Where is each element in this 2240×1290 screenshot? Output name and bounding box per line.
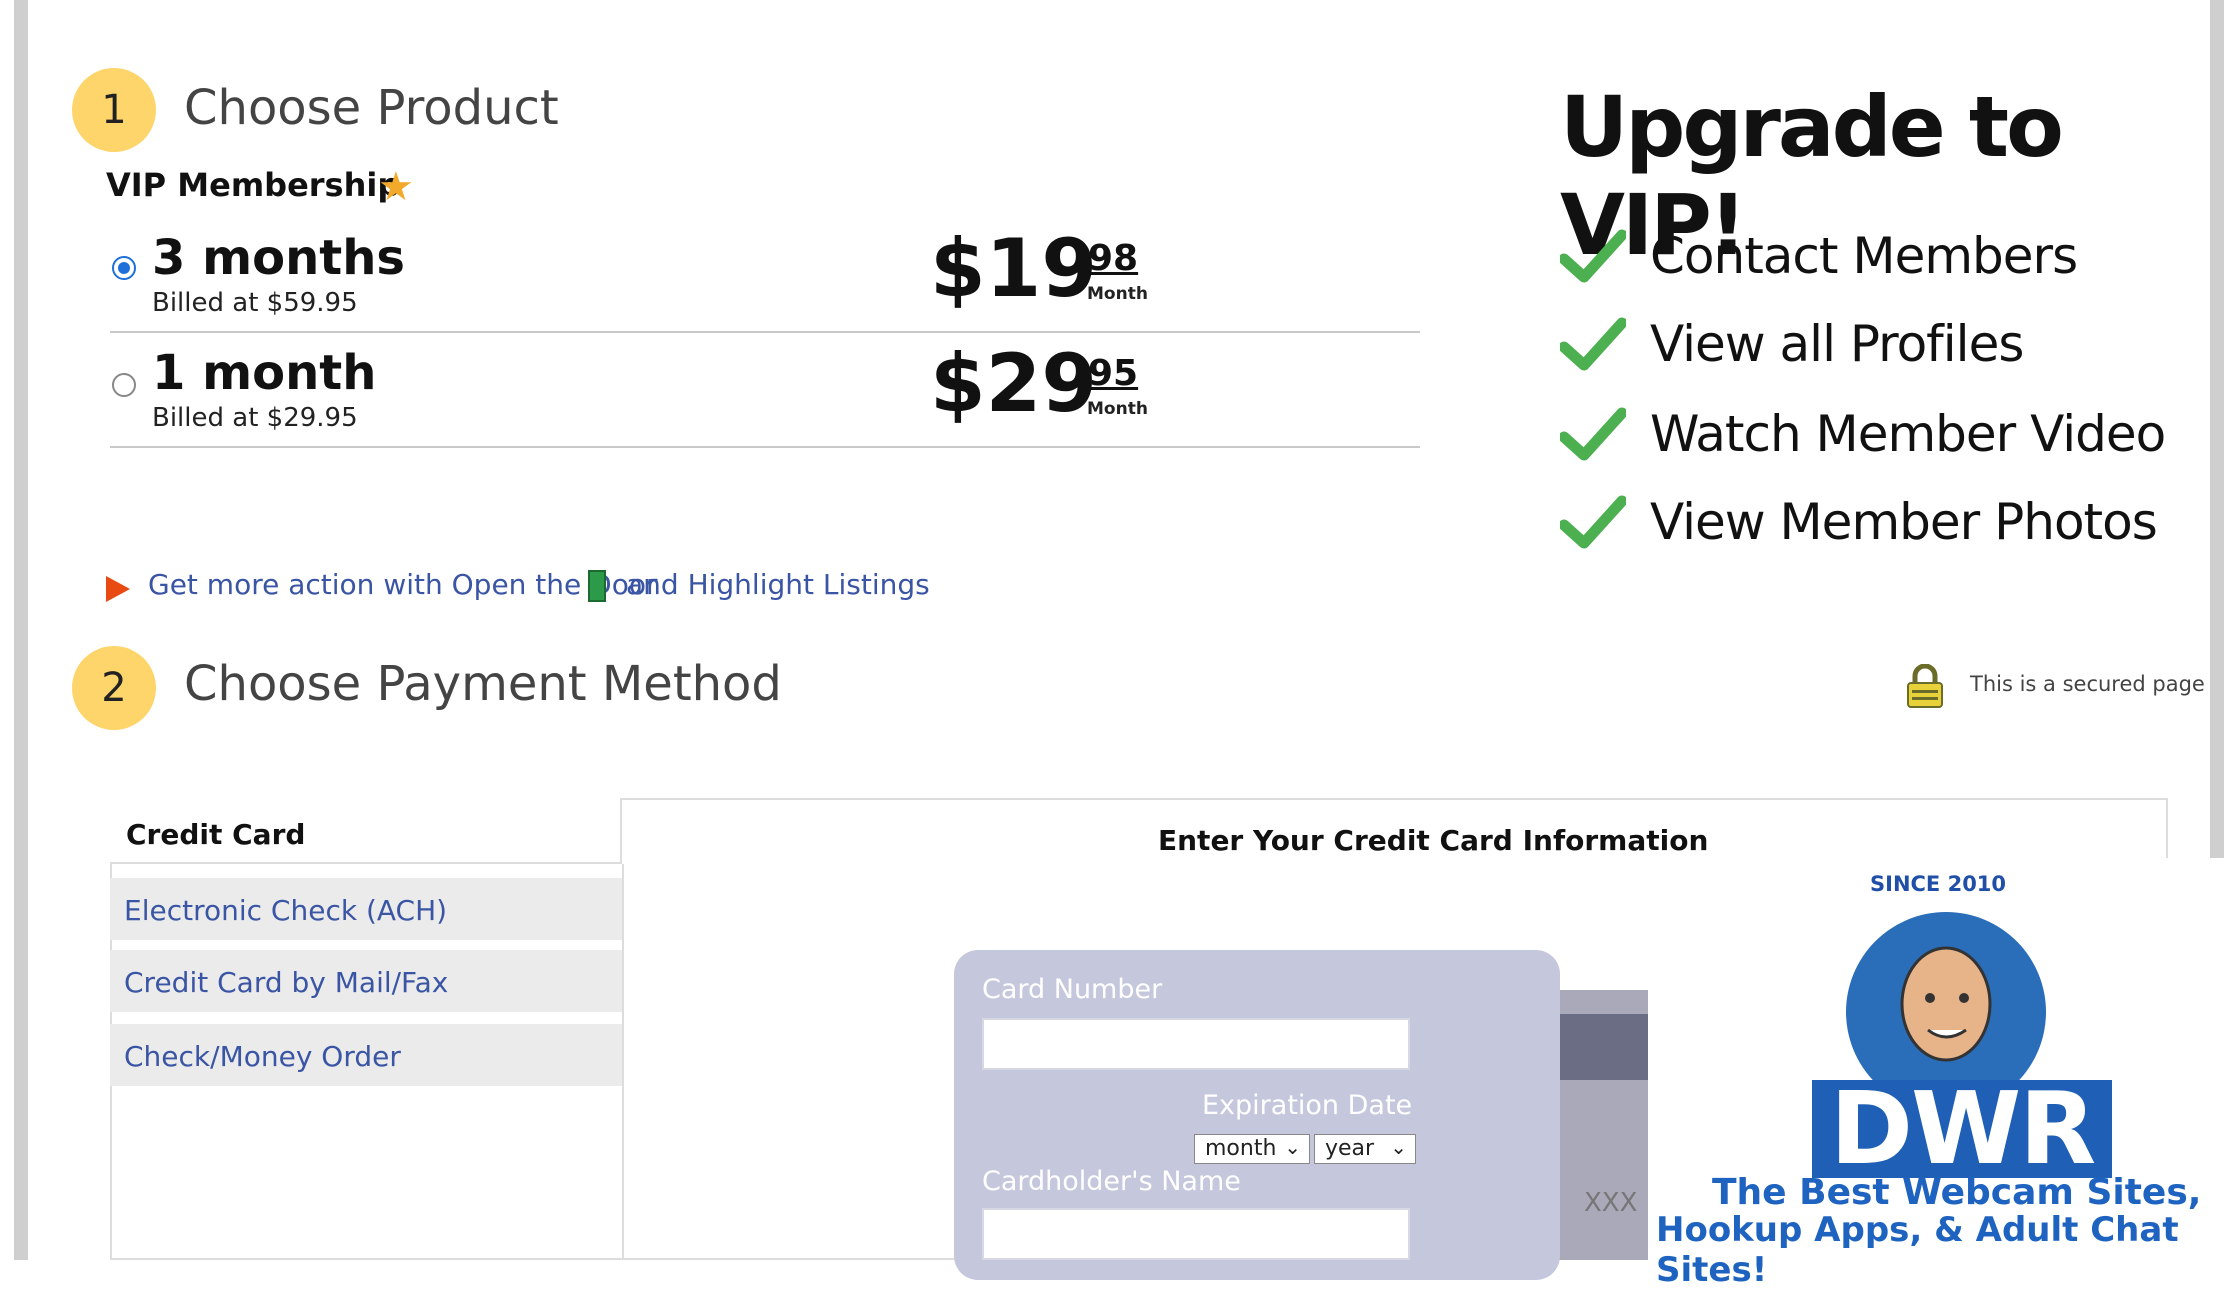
tab-electronic-check[interactable]: Electronic Check (ACH) [110, 878, 622, 940]
expiration-year-select[interactable]: year ⌄ [1314, 1134, 1416, 1164]
benefit-view-profiles: View all Profiles [1560, 312, 2024, 376]
benefit-label: View all Profiles [1650, 315, 2024, 373]
card-number-label: Card Number [982, 974, 1163, 1005]
card-cvv-placeholder: XXX [1584, 1188, 1638, 1218]
benefit-contact-members: Contact Members [1560, 224, 2078, 288]
play-arrow-icon [106, 576, 130, 602]
benefit-view-photos: View Member Photos [1560, 490, 2158, 554]
price-period: Month [1087, 399, 1148, 419]
step-1-title: Choose Product [184, 80, 559, 136]
secured-page-text: This is a secured page [1970, 672, 2205, 696]
plan-name: 1 month [152, 345, 377, 401]
card-magnetic-strip [1560, 1014, 1650, 1080]
highlight-listings-link[interactable]: and Highlight Listings [626, 568, 930, 601]
step-2-circle: 2 [72, 646, 156, 730]
expiration-date-label: Expiration Date [1202, 1090, 1413, 1121]
chevron-down-icon: ⌄ [1284, 1135, 1301, 1159]
check-icon [1560, 317, 1626, 371]
star-icon: ★ [378, 164, 414, 210]
plan-row-1-month[interactable]: 1 month Billed at $29.95 $29 95 Month [110, 333, 1420, 448]
plan-billed-text: Billed at $59.95 [152, 288, 358, 318]
chevron-down-icon: ⌄ [1390, 1135, 1407, 1159]
dwr-logo-text: DWR [1812, 1079, 2113, 1179]
price-dollars: $19 [930, 222, 1097, 315]
check-icon [1560, 407, 1626, 461]
cardholder-name-input[interactable] [982, 1208, 1410, 1260]
benefit-label: Watch Member Video [1650, 405, 2166, 463]
tab-check-money-order[interactable]: Check/Money Order [110, 1024, 622, 1086]
plan-1-month-radio[interactable] [112, 373, 136, 397]
door-icon [588, 570, 606, 602]
expiration-month-select[interactable]: month ⌄ [1194, 1134, 1310, 1164]
badge-since-text: SINCE 2010 [1870, 872, 2007, 896]
plan-name: 3 months [152, 230, 405, 286]
card-number-input[interactable] [982, 1018, 1410, 1070]
check-icon [1560, 229, 1626, 283]
plan-3-months-radio[interactable] [112, 256, 136, 280]
price-dollars: $29 [930, 337, 1097, 430]
plan-billed-text: Billed at $29.95 [152, 403, 358, 433]
check-icon [1560, 495, 1626, 549]
left-page-border [14, 0, 28, 1260]
step-1-circle: 1 [72, 68, 156, 152]
year-select-value: year [1325, 1136, 1375, 1161]
benefit-label: View Member Photos [1650, 493, 2158, 551]
open-the-door-link[interactable]: Get more action with Open the Door [148, 568, 658, 601]
credit-card-form-title: Enter Your Credit Card Information [1158, 824, 1709, 857]
badge-tagline-1: The Best Webcam Sites, [1712, 1172, 2202, 1213]
step-2-title: Choose Payment Method [184, 656, 782, 712]
cardholder-name-label: Cardholder's Name [982, 1166, 1241, 1197]
price-period: Month [1087, 284, 1148, 304]
price-cents: 98 [1088, 238, 1139, 279]
badge-tagline-2: Hookup Apps, & Adult Chat Sites! [1656, 1210, 2179, 1290]
tab-credit-card-mail-fax[interactable]: Credit Card by Mail/Fax [110, 950, 622, 1012]
month-select-value: month [1205, 1136, 1277, 1161]
lock-icon [1907, 664, 1943, 708]
tab-list-divider [622, 864, 624, 1260]
benefit-label: Contact Members [1650, 227, 2078, 285]
benefit-watch-video: Watch Member Video [1560, 402, 2166, 466]
tab-credit-card[interactable]: Credit Card [110, 798, 622, 864]
vip-membership-label: VIP Membership [106, 166, 401, 204]
plan-row-3-months[interactable]: 3 months Billed at $59.95 $19 98 Month [110, 218, 1420, 333]
price-cents: 95 [1088, 353, 1139, 394]
